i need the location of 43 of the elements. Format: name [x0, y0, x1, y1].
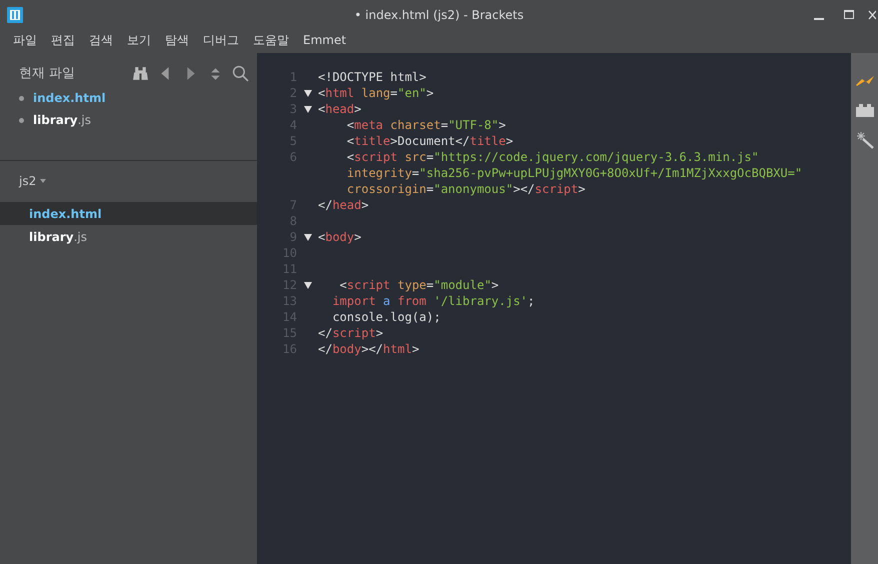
menu-item[interactable]: 파일	[6, 32, 44, 48]
code-line: <head>	[318, 101, 362, 117]
menu-item[interactable]: 검색	[82, 32, 120, 48]
code-line: console.log(a);	[331, 309, 441, 325]
code-line: </head>	[318, 197, 369, 213]
working-file-item[interactable]: library.js	[0, 109, 257, 131]
fold-arrow-icon[interactable]	[304, 90, 312, 97]
puzzle-block-icon[interactable]	[854, 101, 874, 119]
minimize-icon	[814, 18, 824, 20]
app-logo-icon	[7, 6, 23, 22]
project-dropdown[interactable]: js2	[19, 174, 36, 188]
menu-item[interactable]: 보기	[120, 32, 158, 48]
maximize-icon	[844, 10, 854, 20]
code-line: <body>	[318, 229, 362, 245]
code-line: <meta charset="UTF-8">	[346, 117, 506, 133]
fold-arrow-icon[interactable]	[304, 234, 312, 241]
menu-item[interactable]: Emmet	[296, 33, 354, 47]
file-tree-item[interactable]: library.js	[0, 225, 257, 248]
menu-item[interactable]: 도움말	[246, 32, 296, 48]
file-tree-item[interactable]: index.html	[0, 202, 257, 225]
fold-arrow-icon[interactable]	[304, 106, 312, 113]
menu-item[interactable]: 탐색	[158, 32, 196, 48]
caret-icon	[40, 179, 46, 183]
code-line: <!DOCTYPE html>	[318, 69, 426, 85]
close-icon	[868, 10, 876, 20]
fold-arrow-icon[interactable]	[304, 282, 312, 289]
working-file-item[interactable]: index.html	[0, 87, 257, 109]
code-line: crossorigin="anonymous"></script>	[346, 181, 586, 197]
search-icon[interactable]	[232, 64, 249, 82]
magic-wand-icon[interactable]	[854, 131, 874, 149]
binoculars-icon[interactable]	[132, 64, 149, 82]
code-line: <title>Document</title>	[346, 133, 514, 149]
code-line: <script type="module">	[338, 277, 499, 293]
code-line: <html lang="en">	[318, 85, 434, 101]
window-title: • index.html (js2) - Brackets	[354, 8, 524, 22]
working-files-title: 현재 파일	[19, 65, 76, 82]
menu-item[interactable]: 편집	[44, 32, 82, 48]
code-line: import a from '/library.js';	[331, 293, 535, 309]
code-line: <script src="https://code.jquery.com/jquery-3.6.3.min.js"	[346, 149, 760, 165]
code-line: integrity="sha256-pvPw+upLPUjgMXY0G+8O0xUf+/Im1MZjXxxgOcBQBXU="	[346, 165, 802, 181]
menu-item[interactable]: 디버그	[196, 32, 246, 48]
code-line: </script>	[318, 325, 384, 341]
code-line: </body></html>	[318, 341, 420, 357]
